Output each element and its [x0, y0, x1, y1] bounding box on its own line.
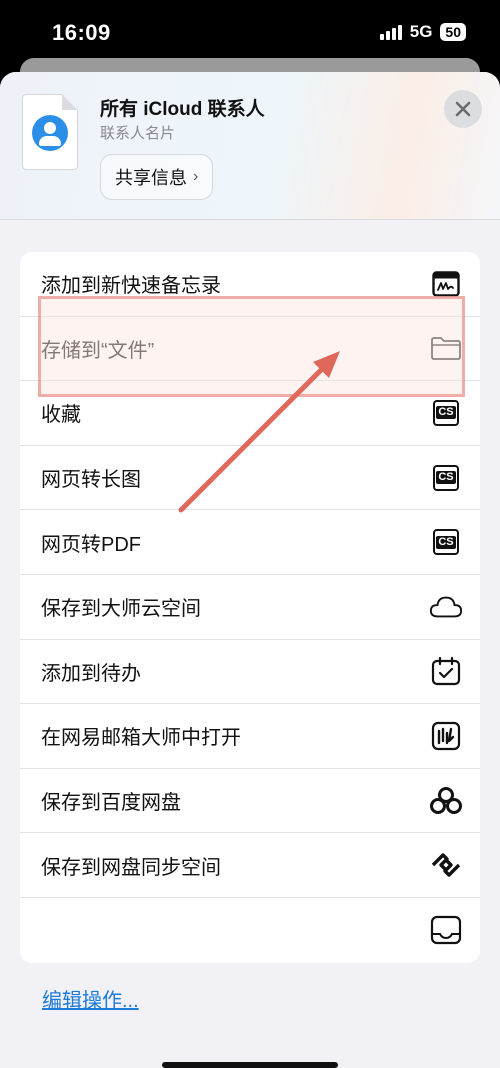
- battery-icon: 50: [440, 23, 466, 41]
- share-item-title: 所有 iCloud 联系人: [100, 99, 265, 120]
- action-label: 存储到“文件”: [41, 339, 155, 362]
- contact-file-icon: [22, 94, 78, 170]
- signal-icon: [379, 24, 402, 40]
- cs-icon: CS: [429, 396, 463, 430]
- home-indicator: [162, 1062, 338, 1068]
- action-more[interactable]: [20, 898, 480, 963]
- baidu-netdisk-icon: [429, 784, 463, 818]
- action-web-to-pdf[interactable]: 网页转PDF CS: [20, 510, 480, 575]
- cloud-icon: [429, 590, 463, 624]
- action-label: 在网易邮箱大师中打开: [41, 727, 241, 750]
- action-label: 网页转PDF: [41, 533, 141, 556]
- mail-master-icon: [429, 719, 463, 753]
- network-type: 5G: [409, 22, 433, 41]
- close-icon: [455, 101, 471, 117]
- share-info-button[interactable]: 共享信息 ›: [100, 154, 214, 200]
- action-save-to-master-cloud[interactable]: 保存到大师云空间: [20, 575, 480, 640]
- status-time: 16:09: [52, 20, 111, 45]
- status-indicators: 5G 50: [379, 22, 466, 42]
- action-quick-note[interactable]: 添加到新快速备忘录: [20, 252, 480, 317]
- tray-icon: [429, 913, 463, 947]
- calendar-check-icon: [429, 654, 463, 688]
- action-label: 保存到百度网盘: [41, 792, 181, 815]
- action-web-to-long-image[interactable]: 网页转长图 CS: [20, 446, 480, 511]
- quick-note-icon: [429, 267, 463, 301]
- action-label: 添加到待办: [41, 662, 141, 685]
- action-save-to-sync-space[interactable]: 保存到网盘同步空间: [20, 833, 480, 898]
- action-label: 添加到新快速备忘录: [41, 275, 221, 298]
- chevron-right-icon: ›: [193, 168, 199, 185]
- share-sheet-header: 所有 iCloud 联系人 联系人名片 共享信息 ›: [0, 72, 500, 220]
- share-info-label: 共享信息: [115, 168, 187, 188]
- action-label: 网页转长图: [41, 469, 141, 492]
- folder-icon: [429, 331, 463, 365]
- action-label: 收藏: [41, 404, 81, 427]
- contact-person-icon: [32, 115, 68, 151]
- action-label: 保存到网盘同步空间: [41, 856, 221, 879]
- share-sheet: 所有 iCloud 联系人 联系人名片 共享信息 › 添加到新快速备忘录 存储到…: [0, 72, 500, 1068]
- action-label: 保存到大师云空间: [41, 598, 201, 621]
- action-open-in-mail-master[interactable]: 在网易邮箱大师中打开: [20, 704, 480, 769]
- action-list: 添加到新快速备忘录 存储到“文件” 收藏 CS 网页转长图 CS 网页转PDF …: [20, 252, 480, 963]
- status-bar: 16:09 5G 50: [0, 0, 500, 62]
- edit-actions-link[interactable]: 编辑操作...: [42, 984, 139, 1013]
- action-favorite[interactable]: 收藏 CS: [20, 381, 480, 446]
- action-add-to-todo[interactable]: 添加到待办: [20, 640, 480, 705]
- share-item-subtitle: 联系人名片: [100, 125, 176, 142]
- action-save-to-files[interactable]: 存储到“文件”: [20, 317, 480, 382]
- action-save-to-baidu-netdisk[interactable]: 保存到百度网盘: [20, 769, 480, 834]
- cs-icon: CS: [429, 461, 463, 495]
- close-button[interactable]: [444, 90, 482, 128]
- sync-space-icon: [429, 848, 463, 882]
- cs-icon: CS: [429, 525, 463, 559]
